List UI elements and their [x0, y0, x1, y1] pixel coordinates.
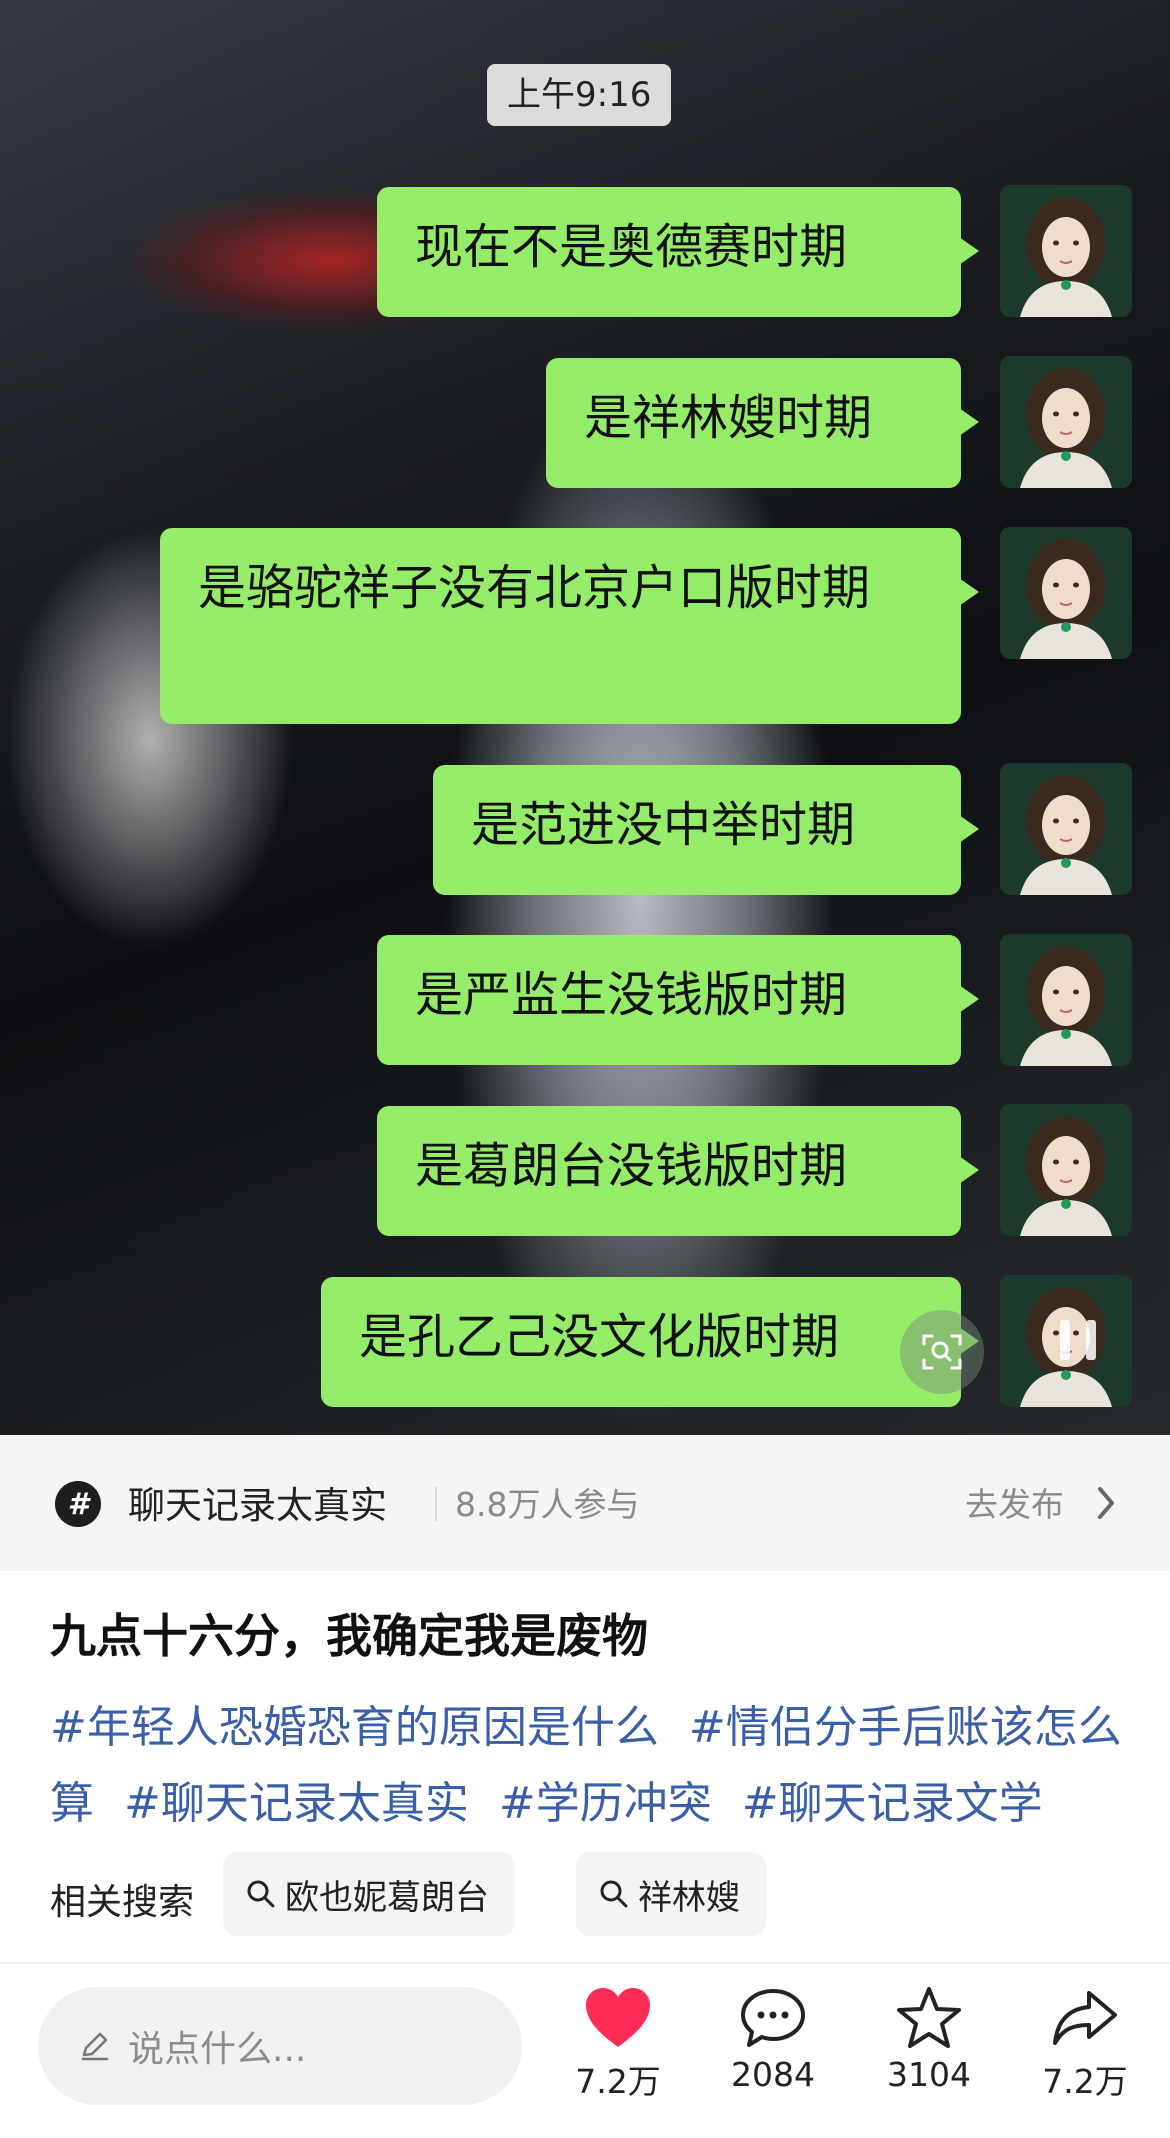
pause-icon[interactable]: [1060, 1320, 1096, 1370]
chat-bubble: 现在不是奥德赛时期: [377, 187, 979, 317]
favorite-button[interactable]: 3104: [864, 1985, 994, 2094]
comment-icon: [741, 1989, 805, 2047]
favorite-count: 3104: [887, 2055, 971, 2094]
comment-count: 2084: [731, 2055, 815, 2094]
chat-bubble: 是祥林嫂时期: [546, 358, 979, 488]
related-search-text: 祥林嫂: [638, 1877, 740, 1918]
topic-title: 聊天记录太真实: [128, 1484, 387, 1527]
comment-button[interactable]: 2084: [708, 1985, 838, 2094]
related-search-chip[interactable]: 欧也妮葛朗台: [223, 1852, 515, 1936]
publish-button[interactable]: 去发布: [965, 1478, 1064, 1526]
topic-bar[interactable]: # 聊天记录太真实 8.8万人参与 去发布: [0, 1435, 1170, 1571]
avatar: [1000, 185, 1132, 317]
avatar: [1000, 356, 1132, 488]
hashtag-link[interactable]: #学历冲突: [499, 1778, 712, 1829]
avatar: [1000, 934, 1132, 1066]
video-player[interactable]: 上午9:16 现在不是奥德赛时期 是祥林嫂时期 是骆驼祥子没有北京户口版时期 是…: [0, 0, 1170, 1435]
search-icon: [247, 1880, 275, 1908]
hashtag-link[interactable]: #年轻人恐婚恐育的原因是什么: [50, 1702, 659, 1753]
message-time: 上午9:16: [487, 64, 672, 126]
related-search-chip[interactable]: 祥林嫂: [576, 1852, 766, 1936]
chat-bubble: 是孔乙己没文化版时期: [321, 1277, 979, 1407]
pencil-icon: [81, 2032, 109, 2061]
chat-bubble: 是范进没中举时期: [433, 765, 979, 895]
like-button[interactable]: 7.2万: [553, 1985, 683, 2103]
related-search-text: 欧也妮葛朗台: [285, 1877, 489, 1918]
chat-bubble: 是严监生没钱版时期: [377, 935, 979, 1065]
hashtag-link[interactable]: #聊天记录太真实: [124, 1778, 469, 1829]
topic-participants: 8.8万人参与: [455, 1485, 640, 1524]
search-icon: [600, 1880, 628, 1908]
star-icon: [897, 1987, 961, 2048]
hashtag-icon: #: [55, 1481, 101, 1527]
avatar: [1000, 763, 1132, 895]
like-count: 7.2万: [575, 2062, 661, 2101]
post-title: 九点十六分，我确定我是废物: [50, 1609, 648, 1663]
share-count: 7.2万: [1042, 2062, 1128, 2101]
related-search-label: 相关搜索: [50, 1882, 195, 1923]
hashtag-link[interactable]: #聊天记录文学: [742, 1778, 1043, 1829]
avatar: [1000, 1104, 1132, 1236]
image-search-icon[interactable]: [900, 1310, 984, 1394]
hashtag-list: #年轻人恐婚恐育的原因是什么 #情侣分手后账该怎么算 #聊天记录太真实 #学历冲…: [50, 1690, 1130, 1842]
avatar: [1000, 527, 1132, 659]
divider: [435, 1487, 437, 1521]
chat-bubble: 是葛朗台没钱版时期: [377, 1106, 979, 1236]
divider: [0, 1962, 1170, 1964]
share-icon: [1053, 1991, 1117, 2045]
heart-icon: [586, 1988, 650, 2047]
comment-input[interactable]: 说点什么...: [38, 1987, 522, 2105]
chat-bubble: 是骆驼祥子没有北京户口版时期: [160, 528, 979, 724]
share-button[interactable]: 7.2万: [1020, 1985, 1150, 2103]
chevron-right-icon: [1098, 1487, 1114, 1519]
comment-placeholder: 说点什么...: [128, 2029, 307, 2070]
